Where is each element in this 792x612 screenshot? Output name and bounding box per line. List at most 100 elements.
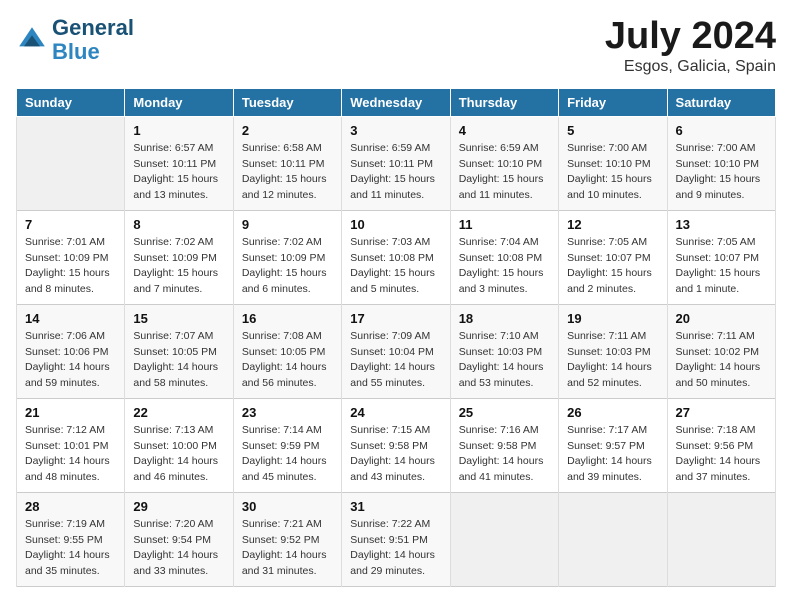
day-number: 23 (242, 405, 333, 420)
day-number: 5 (567, 123, 658, 138)
day-of-week-header: Thursday (450, 88, 558, 116)
day-info: Sunrise: 6:58 AMSunset: 10:11 PMDaylight… (242, 141, 333, 204)
calendar-cell: 23 Sunrise: 7:14 AMSunset: 9:59 PMDayligh… (233, 398, 341, 492)
day-of-week-header: Friday (559, 88, 667, 116)
day-info: Sunrise: 7:00 AMSunset: 10:10 PMDaylight… (567, 141, 658, 204)
day-number: 9 (242, 217, 333, 232)
day-info: Sunrise: 7:04 AMSunset: 10:08 PMDaylight… (459, 235, 550, 298)
calendar-cell (559, 492, 667, 586)
calendar-header-row: SundayMondayTuesdayWednesdayThursdayFrid… (17, 88, 776, 116)
day-number: 18 (459, 311, 550, 326)
calendar-cell: 26 Sunrise: 7:17 AMSunset: 9:57 PMDayligh… (559, 398, 667, 492)
calendar-cell: 20 Sunrise: 7:11 AMSunset: 10:02 PMDaylig… (667, 304, 775, 398)
calendar-cell: 24Sunrise: 7:15 AMSunset: 9:58 PMDayligh… (342, 398, 450, 492)
day-number: 6 (676, 123, 767, 138)
day-info: Sunrise: 7:14 AMSunset: 9:59 PMDaylight:… (242, 423, 333, 486)
day-info: Sunrise: 7:03 AMSunset: 10:08 PMDaylight… (350, 235, 441, 298)
day-of-week-header: Sunday (17, 88, 125, 116)
calendar-cell: 7Sunrise: 7:01 AMSunset: 10:09 PMDayligh… (17, 210, 125, 304)
calendar-cell: 9Sunrise: 7:02 AMSunset: 10:09 PMDayligh… (233, 210, 341, 304)
calendar-cell: 21 Sunrise: 7:12 AMSunset: 10:01 PMDaylig… (17, 398, 125, 492)
calendar-cell: 1 Sunrise: 6:57 AMSunset: 10:11 PMDayligh… (125, 116, 233, 210)
calendar-week-row: 21 Sunrise: 7:12 AMSunset: 10:01 PMDaylig… (17, 398, 776, 492)
day-number: 7 (25, 217, 116, 232)
calendar-week-row: 28Sunrise: 7:19 AMSunset: 9:55 PMDayligh… (17, 492, 776, 586)
calendar-cell: 3 Sunrise: 6:59 AMSunset: 10:11 PMDayligh… (342, 116, 450, 210)
day-number: 29 (133, 499, 224, 514)
day-info: Sunrise: 7:08 AMSunset: 10:05 PMDaylight… (242, 329, 333, 392)
day-info: Sunrise: 7:17 AMSunset: 9:57 PMDaylight:… (567, 423, 658, 486)
calendar-cell: 2 Sunrise: 6:58 AMSunset: 10:11 PMDayligh… (233, 116, 341, 210)
calendar-cell: 16 Sunrise: 7:08 AMSunset: 10:05 PMDaylig… (233, 304, 341, 398)
day-info: Sunrise: 7:11 AMSunset: 10:02 PMDaylight… (676, 329, 767, 392)
day-number: 21 (25, 405, 116, 420)
day-number: 13 (676, 217, 767, 232)
day-info: Sunrise: 7:07 AMSunset: 10:05 PMDaylight… (133, 329, 224, 392)
calendar-cell: 29Sunrise: 7:20 AMSunset: 9:54 PMDayligh… (125, 492, 233, 586)
day-info: Sunrise: 7:06 AMSunset: 10:06 PMDaylight… (25, 329, 116, 392)
day-info: Sunrise: 7:11 AMSunset: 10:03 PMDaylight… (567, 329, 658, 392)
calendar-cell: 14 Sunrise: 7:06 AMSunset: 10:06 PMDaylig… (17, 304, 125, 398)
day-number: 10 (350, 217, 441, 232)
calendar-table: SundayMondayTuesdayWednesdayThursdayFrid… (16, 88, 776, 587)
day-info: Sunrise: 7:18 AMSunset: 9:56 PMDaylight:… (676, 423, 767, 486)
day-number: 8 (133, 217, 224, 232)
logo: General Blue (16, 16, 134, 64)
calendar-cell (17, 116, 125, 210)
calendar-cell: 30 Sunrise: 7:21 AMSunset: 9:52 PMDayligh… (233, 492, 341, 586)
day-info: Sunrise: 7:00 AMSunset: 10:10 PMDaylight… (676, 141, 767, 204)
day-number: 2 (242, 123, 333, 138)
calendar-cell: 22Sunrise: 7:13 AMSunset: 10:00 PMDaylig… (125, 398, 233, 492)
day-of-week-header: Wednesday (342, 88, 450, 116)
day-info: Sunrise: 7:05 AMSunset: 10:07 PMDaylight… (567, 235, 658, 298)
calendar-cell: 27 Sunrise: 7:18 AMSunset: 9:56 PMDayligh… (667, 398, 775, 492)
calendar-cell: 4Sunrise: 6:59 AMSunset: 10:10 PMDayligh… (450, 116, 558, 210)
day-number: 11 (459, 217, 550, 232)
calendar-cell (667, 492, 775, 586)
logo-text: General Blue (52, 16, 134, 64)
day-number: 1 (133, 123, 224, 138)
page-header: General Blue July 2024 Esgos, Galicia, S… (16, 16, 776, 76)
day-number: 30 (242, 499, 333, 514)
day-info: Sunrise: 7:12 AMSunset: 10:01 PMDaylight… (25, 423, 116, 486)
day-info: Sunrise: 7:22 AMSunset: 9:51 PMDaylight:… (350, 517, 441, 580)
day-number: 25 (459, 405, 550, 420)
calendar-cell: 8 Sunrise: 7:02 AMSunset: 10:09 PMDayligh… (125, 210, 233, 304)
day-info: Sunrise: 7:21 AMSunset: 9:52 PMDaylight:… (242, 517, 333, 580)
month-title: July 2024 (605, 16, 776, 58)
calendar-week-row: 14 Sunrise: 7:06 AMSunset: 10:06 PMDaylig… (17, 304, 776, 398)
calendar-cell: 13Sunrise: 7:05 AMSunset: 10:07 PMDaylig… (667, 210, 775, 304)
calendar-cell: 6 Sunrise: 7:00 AMSunset: 10:10 PMDayligh… (667, 116, 775, 210)
day-info: Sunrise: 7:16 AMSunset: 9:58 PMDaylight:… (459, 423, 550, 486)
day-info: Sunrise: 7:19 AMSunset: 9:55 PMDaylight:… (25, 517, 116, 580)
day-number: 14 (25, 311, 116, 326)
calendar-cell: 28Sunrise: 7:19 AMSunset: 9:55 PMDayligh… (17, 492, 125, 586)
logo-icon (16, 24, 48, 56)
day-number: 3 (350, 123, 441, 138)
location: Esgos, Galicia, Spain (605, 58, 776, 76)
day-info: Sunrise: 6:59 AMSunset: 10:11 PMDaylight… (350, 141, 441, 204)
day-number: 19 (567, 311, 658, 326)
day-number: 24 (350, 405, 441, 420)
calendar-cell: 11 Sunrise: 7:04 AMSunset: 10:08 PMDaylig… (450, 210, 558, 304)
day-number: 4 (459, 123, 550, 138)
day-of-week-header: Monday (125, 88, 233, 116)
day-number: 31 (350, 499, 441, 514)
calendar-cell: 18Sunrise: 7:10 AMSunset: 10:03 PMDaylig… (450, 304, 558, 398)
day-info: Sunrise: 7:09 AMSunset: 10:04 PMDaylight… (350, 329, 441, 392)
day-number: 20 (676, 311, 767, 326)
calendar-cell: 19 Sunrise: 7:11 AMSunset: 10:03 PMDaylig… (559, 304, 667, 398)
calendar-cell: 10 Sunrise: 7:03 AMSunset: 10:08 PMDaylig… (342, 210, 450, 304)
day-number: 26 (567, 405, 658, 420)
day-info: Sunrise: 6:57 AMSunset: 10:11 PMDaylight… (133, 141, 224, 204)
day-of-week-header: Saturday (667, 88, 775, 116)
day-info: Sunrise: 7:02 AMSunset: 10:09 PMDaylight… (133, 235, 224, 298)
day-of-week-header: Tuesday (233, 88, 341, 116)
day-number: 22 (133, 405, 224, 420)
calendar-cell: 5 Sunrise: 7:00 AMSunset: 10:10 PMDayligh… (559, 116, 667, 210)
day-number: 27 (676, 405, 767, 420)
calendar-cell: 25 Sunrise: 7:16 AMSunset: 9:58 PMDayligh… (450, 398, 558, 492)
calendar-cell: 31 Sunrise: 7:22 AMSunset: 9:51 PMDayligh… (342, 492, 450, 586)
day-number: 16 (242, 311, 333, 326)
calendar-cell: 15Sunrise: 7:07 AMSunset: 10:05 PMDaylig… (125, 304, 233, 398)
